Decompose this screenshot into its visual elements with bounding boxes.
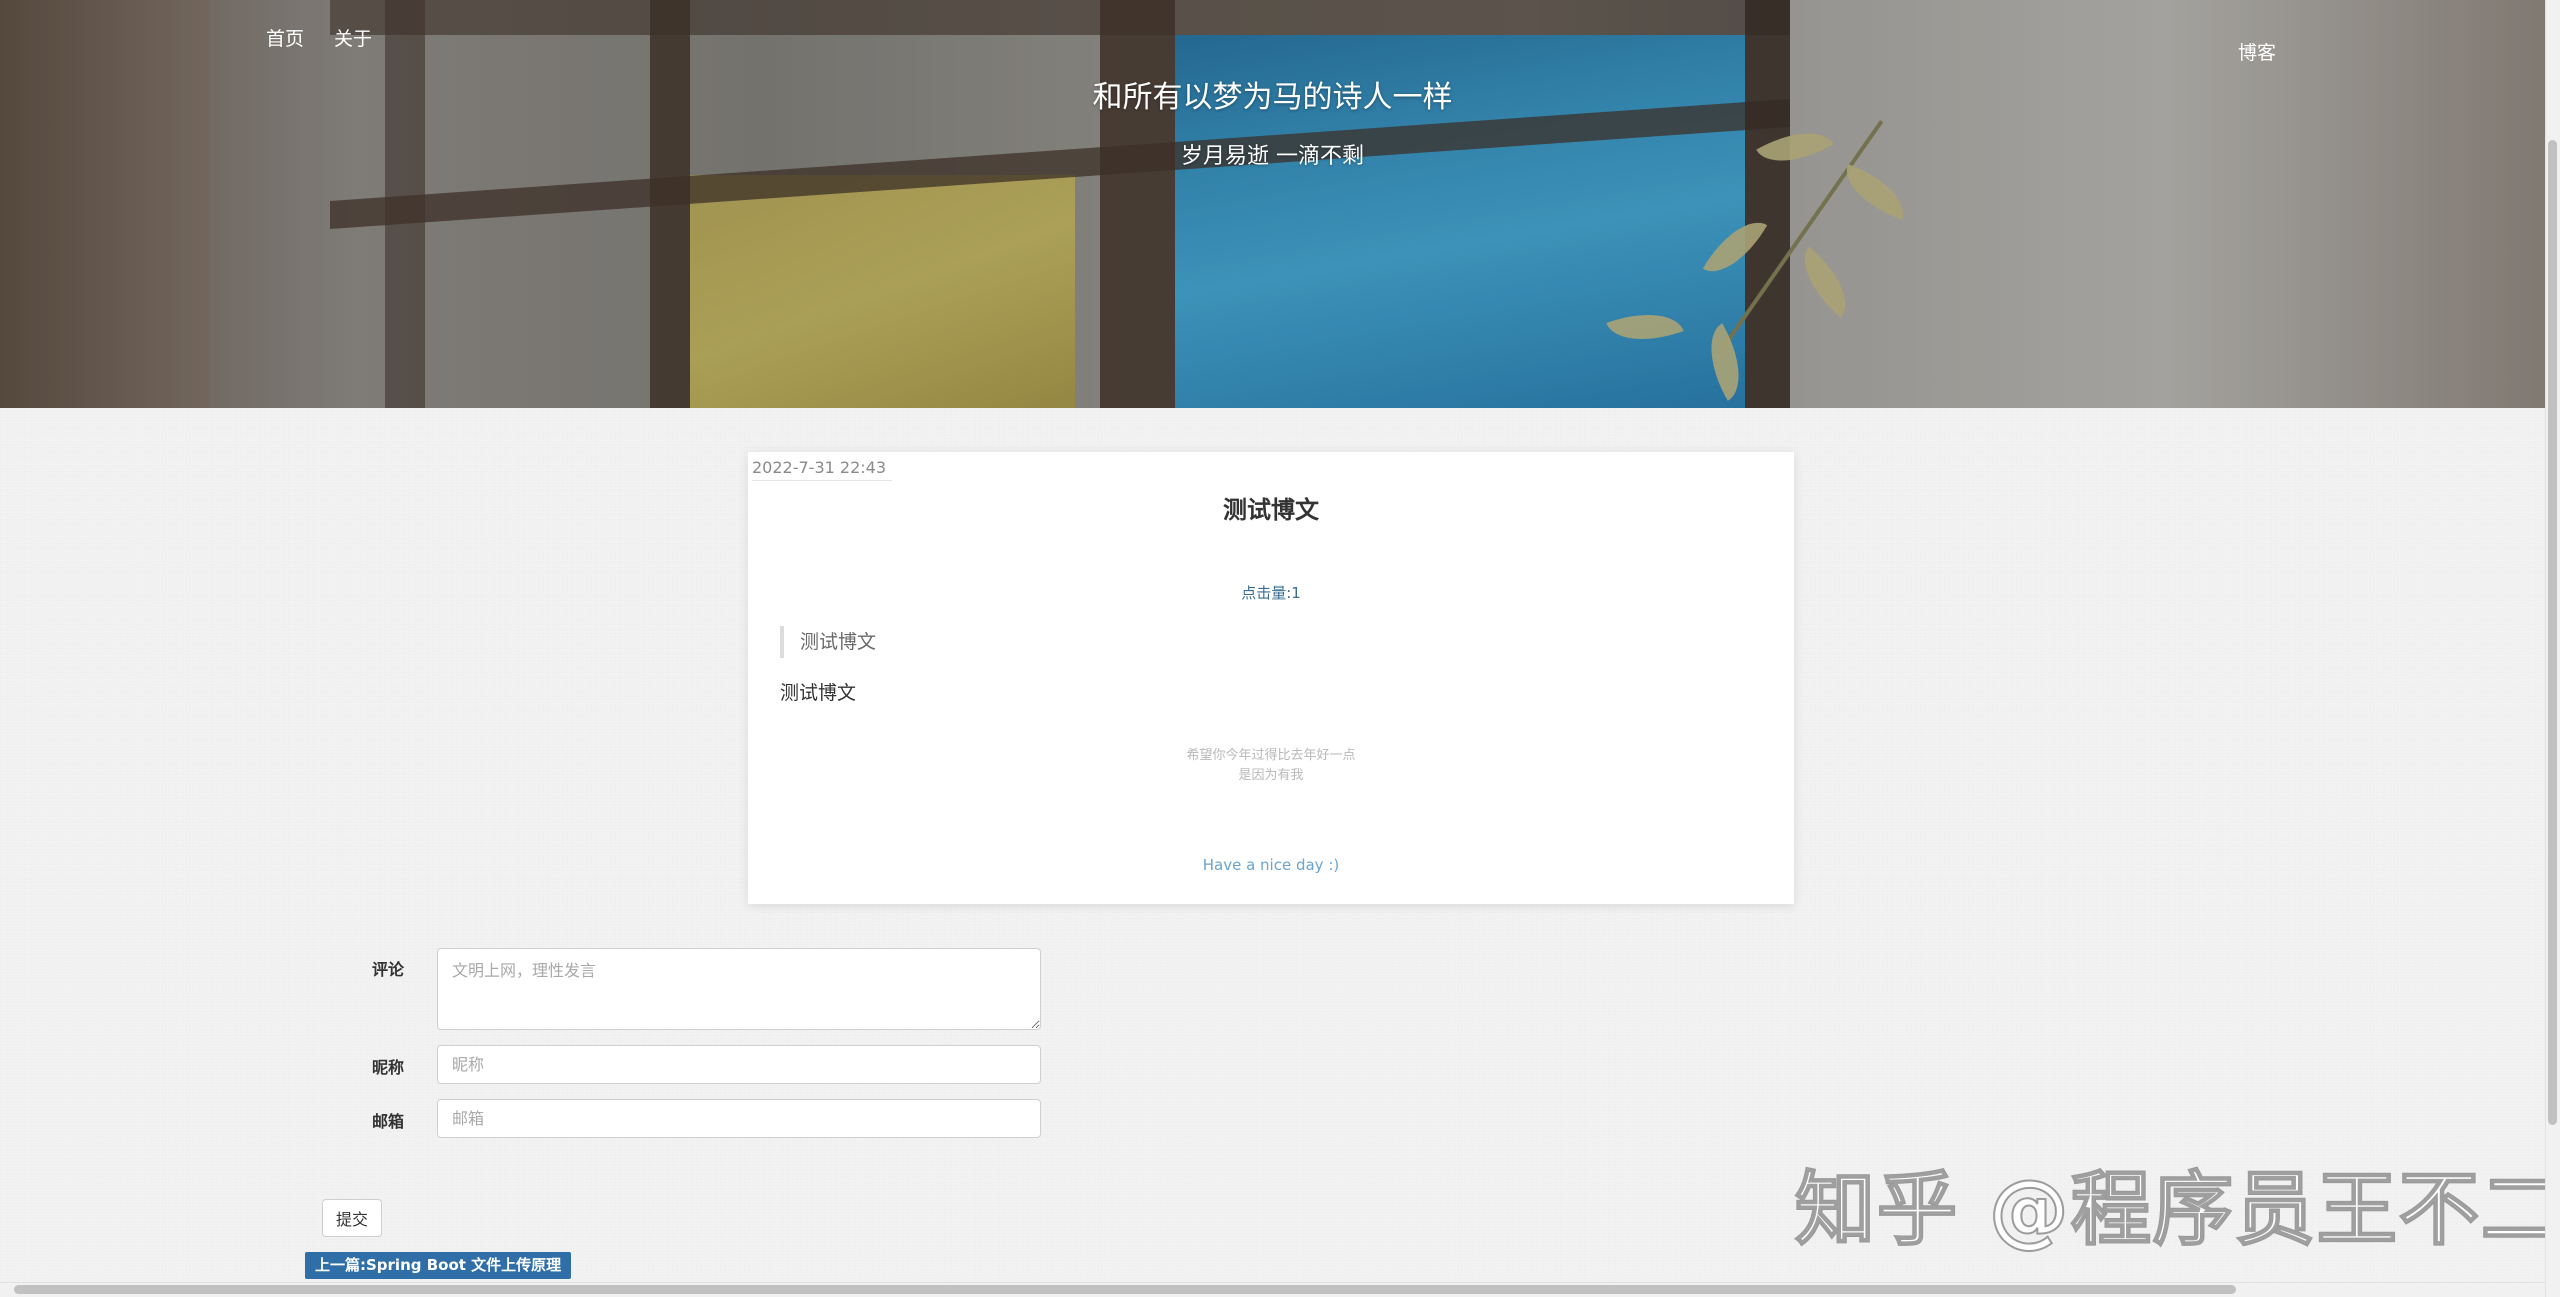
post-date: 2022-7-31 22:43 (752, 458, 892, 481)
comment-textarea[interactable] (437, 948, 1041, 1030)
site-subtitle: 岁月易逝 一滴不剩 (1181, 144, 1364, 169)
email-input[interactable] (437, 1099, 1041, 1138)
hero-overlay (0, 0, 2545, 408)
watermark-text: 知乎 @程序员王不二 (1794, 1162, 2560, 1257)
post-body-text: 测试博文 (780, 682, 857, 704)
post-view-count: 点击量:1 (1241, 584, 1301, 602)
nav-about-link[interactable]: 关于 (334, 24, 372, 51)
horizontal-scrollbar-thumb[interactable] (14, 1285, 2236, 1294)
site-title: 和所有以梦为马的诗人一样 (1092, 80, 1453, 115)
post-title: 测试博文 (1223, 496, 1319, 524)
post-motto: 希望你今年过得比去年好一点 是因为有我 (748, 746, 1794, 786)
comment-label: 评论 (372, 960, 405, 979)
post-motto-line: 希望你今年过得比去年好一点 (1186, 748, 1356, 763)
email-label: 邮箱 (372, 1112, 405, 1131)
prev-post-link[interactable]: 上一篇:Spring Boot 文件上传原理 (305, 1252, 572, 1279)
post-blockquote: 测试博文 (780, 626, 876, 658)
nickname-input[interactable] (437, 1045, 1041, 1084)
post-motto-line: 是因为有我 (1238, 768, 1304, 783)
header-hero (0, 0, 2545, 408)
nickname-label: 昵称 (372, 1058, 405, 1077)
nav-home-link[interactable]: 首页 (266, 24, 304, 51)
post-footer-text: Have a nice day :) (1202, 856, 1340, 874)
submit-button[interactable]: 提交 (322, 1199, 382, 1237)
nav-blog-link[interactable]: 博客 (2238, 38, 2276, 65)
article-card: 2022-7-31 22:43 测试博文 点击量:1 测试博文 测试博文 希望你… (748, 452, 1794, 904)
vertical-scrollbar-thumb[interactable] (2548, 140, 2557, 1125)
